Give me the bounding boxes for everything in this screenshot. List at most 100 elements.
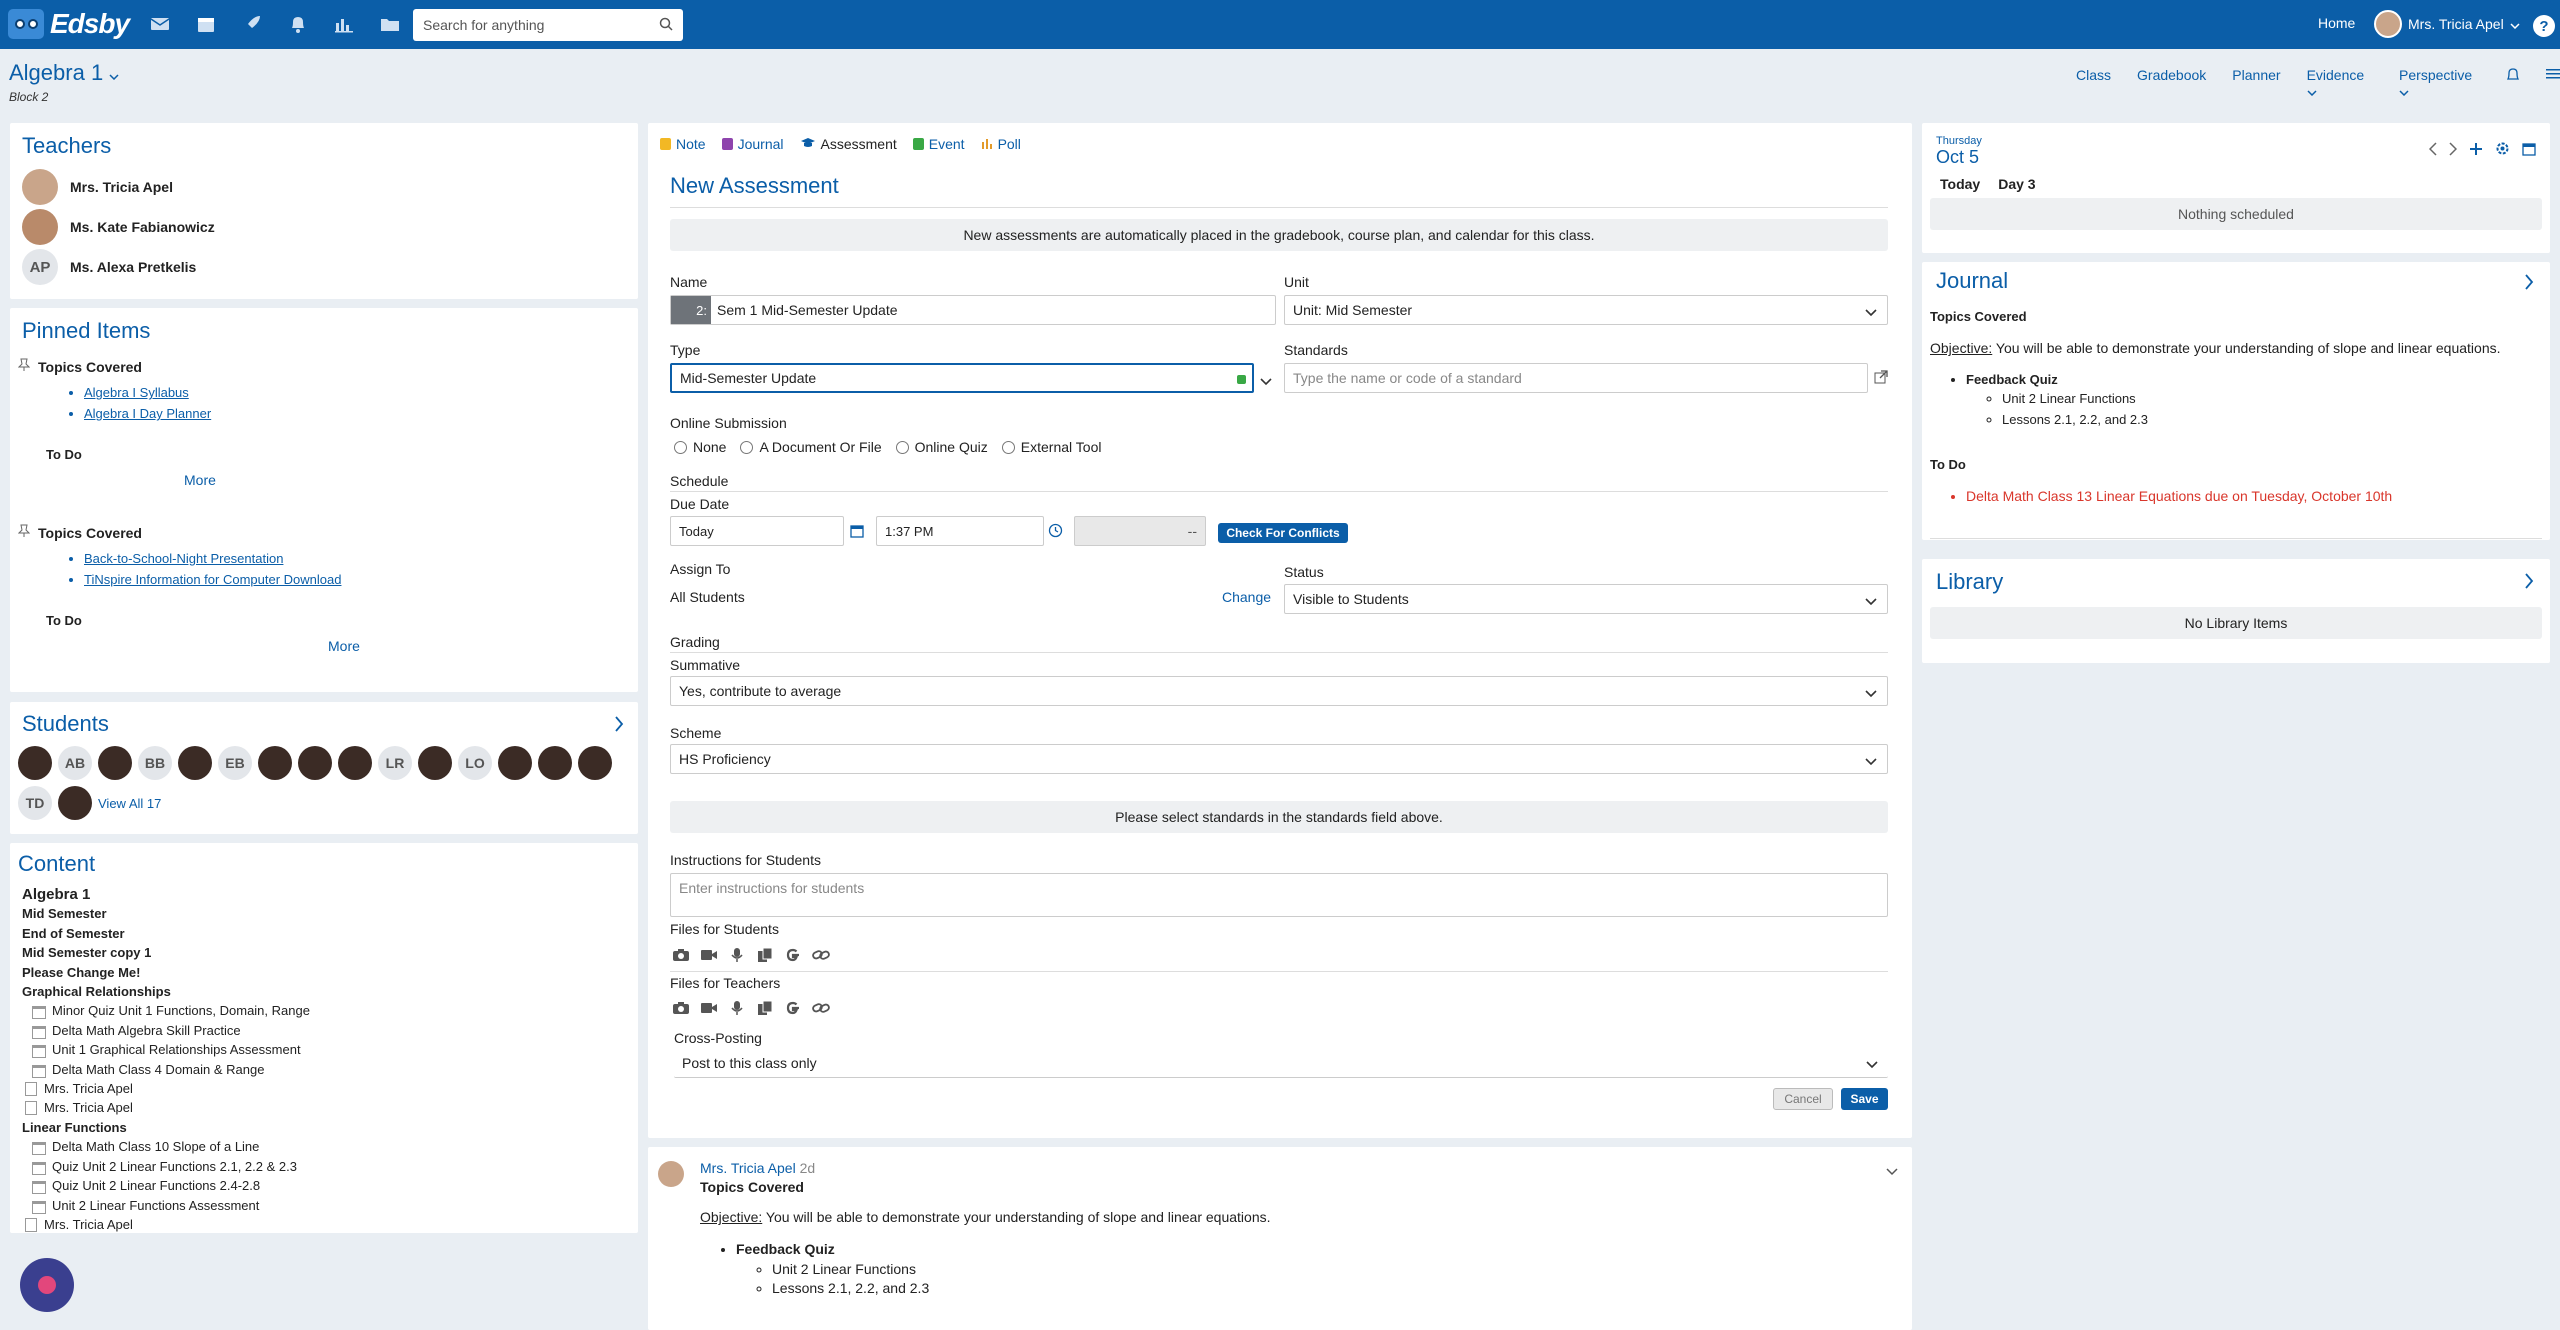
tab-event[interactable]: Event (912, 136, 965, 152)
save-button[interactable]: Save (1841, 1088, 1888, 1110)
help-button[interactable]: ? (2533, 15, 2555, 37)
type-dropdown-chevron-icon[interactable] (1260, 373, 1272, 389)
more-link[interactable]: More (184, 472, 628, 488)
chevron-down-icon[interactable] (1886, 1163, 1898, 1179)
calendar-icon[interactable] (850, 524, 864, 541)
radio-none[interactable]: None (674, 439, 726, 455)
gear-icon[interactable] (2495, 141, 2510, 159)
due-time-input[interactable]: 1:37 PM (876, 516, 1044, 546)
camera-icon[interactable] (672, 946, 690, 964)
nav-evidence[interactable]: Evidence (2307, 67, 2373, 99)
student-avatar[interactable]: LR (378, 746, 412, 780)
home-link[interactable]: Home (2318, 15, 2355, 31)
radio-document[interactable]: A Document Or File (740, 439, 882, 455)
due-date-input[interactable]: Today (670, 516, 844, 546)
copy-icon[interactable] (756, 999, 774, 1017)
content-item[interactable]: End of Semester (22, 924, 622, 943)
student-avatar[interactable]: AB (58, 746, 92, 780)
view-all-link[interactable]: View All 17 (98, 796, 161, 811)
name-field[interactable]: 2: Sem 1 Mid-Semester Update (670, 295, 1276, 325)
pinned-link[interactable]: Back-to-School-Night Presentation (84, 551, 628, 566)
teacher-item[interactable]: Mrs. Tricia Apel (22, 167, 215, 207)
teacher-item[interactable]: Ms. Kate Fabianowicz (22, 207, 215, 247)
chevron-right-icon[interactable] (2449, 141, 2458, 159)
student-avatar[interactable] (298, 746, 332, 780)
mic-icon[interactable] (728, 999, 746, 1017)
content-item[interactable]: Delta Math Algebra Skill Practice (22, 1021, 622, 1040)
content-item[interactable]: Mrs. Tricia Apel (22, 1079, 622, 1098)
check-conflicts-button[interactable]: Check For Conflicts (1218, 523, 1348, 543)
bell-icon[interactable] (2506, 67, 2520, 99)
student-avatar[interactable] (338, 746, 372, 780)
nav-gradebook[interactable]: Gradebook (2137, 67, 2206, 99)
content-item[interactable]: Please Change Me! (22, 963, 622, 982)
student-avatar[interactable] (58, 786, 92, 820)
link-icon[interactable] (812, 946, 830, 964)
student-avatar[interactable]: BB (138, 746, 172, 780)
radio-online-quiz[interactable]: Online Quiz (895, 439, 988, 455)
unit-select[interactable]: Unit: Mid Semester (1284, 295, 1888, 325)
mic-icon[interactable] (728, 946, 746, 964)
summative-select[interactable]: Yes, contribute to average (670, 676, 1888, 706)
menu-icon[interactable] (2546, 67, 2560, 99)
chart-icon[interactable] (332, 12, 356, 36)
content-item[interactable]: Delta Math Class 4 Domain & Range (22, 1060, 622, 1079)
more-link[interactable]: More (328, 638, 628, 654)
chevron-left-icon[interactable] (2428, 141, 2437, 159)
calendar-icon[interactable] (194, 12, 218, 36)
crossposting-select[interactable]: Post to this class only (674, 1048, 1888, 1078)
user-menu[interactable]: Mrs. Tricia Apel (2374, 9, 2520, 39)
pinned-link[interactable]: Algebra I Day Planner (84, 406, 628, 421)
status-select[interactable]: Visible to Students (1284, 584, 1888, 614)
cancel-button[interactable]: Cancel (1773, 1088, 1833, 1110)
student-avatar[interactable] (178, 746, 212, 780)
content-item[interactable]: Delta Math Class 10 Slope of a Line (22, 1137, 622, 1156)
class-title[interactable]: Algebra 1 (9, 60, 119, 86)
student-avatar[interactable] (18, 746, 52, 780)
content-item[interactable]: Minor Quiz Unit 1 Functions, Domain, Ran… (22, 1001, 622, 1020)
content-item[interactable]: Mrs. Tricia Apel (22, 1098, 622, 1117)
rocket-icon[interactable] (240, 12, 264, 36)
calendar-icon[interactable] (2522, 142, 2536, 159)
content-item[interactable]: Quiz Unit 2 Linear Functions 2.1, 2.2 & … (22, 1157, 622, 1176)
students-title[interactable]: Students (22, 711, 109, 737)
change-link[interactable]: Change (1222, 589, 1271, 605)
content-item[interactable]: Mid Semester copy 1 (22, 943, 622, 962)
library-title[interactable]: Library (1936, 569, 2003, 595)
search-input[interactable]: Search for anything (413, 9, 683, 41)
chevron-right-icon[interactable] (2524, 573, 2534, 592)
clock-icon[interactable] (1048, 523, 1063, 541)
pinned-link[interactable]: Algebra I Syllabus (84, 385, 628, 400)
teacher-item[interactable]: AP Ms. Alexa Pretkelis (22, 247, 215, 287)
student-avatar[interactable]: EB (218, 746, 252, 780)
content-item[interactable]: Unit 1 Graphical Relationships Assessmen… (22, 1040, 622, 1059)
video-icon[interactable] (700, 999, 718, 1017)
video-icon[interactable] (700, 946, 718, 964)
journal-title[interactable]: Journal (1936, 268, 2008, 294)
today-label[interactable]: Today (1940, 176, 1980, 192)
edsby-logo[interactable]: Edsby (8, 8, 130, 40)
content-item[interactable]: Linear Functions (22, 1118, 622, 1137)
bell-icon[interactable] (286, 12, 310, 36)
nav-class[interactable]: Class (2076, 67, 2111, 99)
tab-assessment[interactable]: Assessment (800, 136, 897, 152)
tab-journal[interactable]: Journal (721, 136, 784, 152)
type-input[interactable]: Mid-Semester Update (670, 363, 1254, 393)
tab-poll[interactable]: Poll (981, 136, 1021, 152)
content-item[interactable]: Algebra 1 (22, 885, 622, 904)
student-avatar[interactable] (98, 746, 132, 780)
duration-input[interactable]: -- (1074, 516, 1206, 546)
tab-note[interactable]: Note (660, 136, 706, 152)
link-icon[interactable] (812, 999, 830, 1017)
chevron-right-icon[interactable] (2524, 274, 2534, 293)
copy-icon[interactable] (756, 946, 774, 964)
add-icon[interactable] (2469, 142, 2483, 159)
content-item[interactable]: Mrs. Tricia Apel (22, 1215, 622, 1233)
pinned-link[interactable]: TiNspire Information for Computer Downlo… (84, 572, 628, 587)
student-avatar[interactable]: LO (458, 746, 492, 780)
google-icon[interactable] (784, 946, 802, 964)
content-item[interactable]: Graphical Relationships (22, 982, 622, 1001)
nav-planner[interactable]: Planner (2232, 67, 2280, 99)
scheme-select[interactable]: HS Proficiency (670, 744, 1888, 774)
todo-item[interactable]: Delta Math Class 13 Linear Equations due… (1966, 488, 2392, 504)
